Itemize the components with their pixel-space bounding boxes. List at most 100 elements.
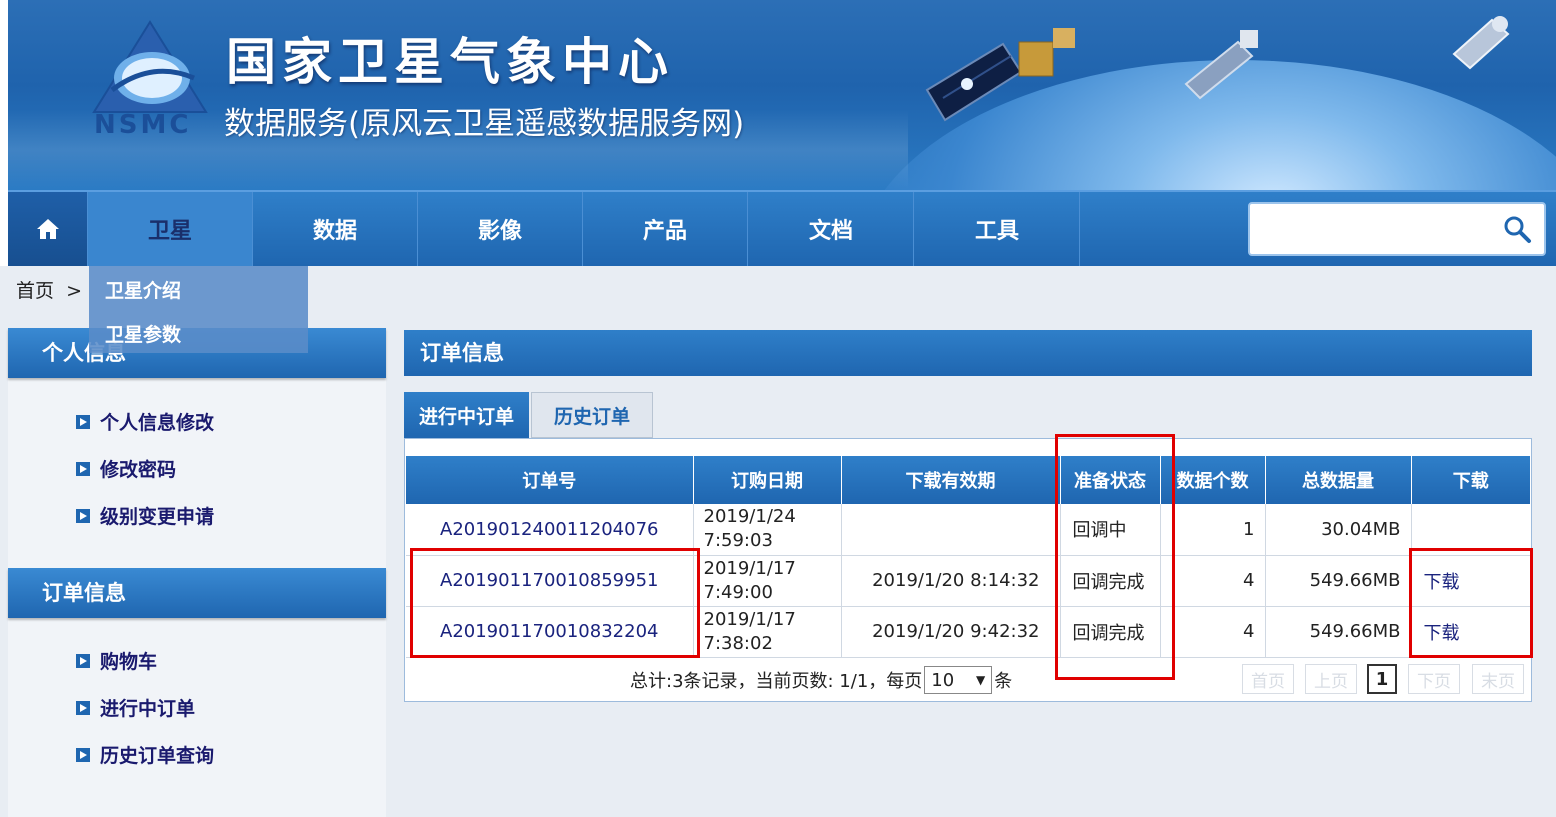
table-row: A201901240011204076 2019/1/24 7:59:03 回调… xyxy=(406,504,1530,556)
order-date: 2019/1/24 xyxy=(703,506,796,528)
download-validity-cell: 2019/1/20 8:14:32 xyxy=(841,555,1061,607)
data-count-cell: 4 xyxy=(1160,606,1266,658)
col-header-data-count: 数据个数 xyxy=(1160,456,1266,504)
dropdown-arrow-icon: ▼ xyxy=(976,673,986,687)
total-size-cell: 30.04MB xyxy=(1265,504,1412,556)
bullet-icon xyxy=(76,653,90,668)
main-navbar: 卫星 数据 影像 产品 文档 工具 xyxy=(8,190,1556,266)
total-size-cell: 549.66MB xyxy=(1265,606,1412,658)
download-link[interactable]: 下载 xyxy=(1411,606,1530,658)
sidebar-link-edit-profile[interactable]: 个人信息修改 xyxy=(76,408,214,435)
sidebar-link-order-history[interactable]: 历史订单查询 xyxy=(76,741,214,768)
bullet-icon xyxy=(76,414,90,429)
header-banner: NSMC 国家卫星气象中心 数据服务(原风云卫星遥感数据服务网) xyxy=(8,0,1556,190)
table-header-row: 订单号 订购日期 下载有效期 准备状态 数据个数 总数据量 下载 xyxy=(406,456,1530,504)
search-input[interactable] xyxy=(1258,212,1488,246)
sidebar-link-label: 修改密码 xyxy=(100,459,177,481)
download-link[interactable]: 下载 xyxy=(1411,555,1530,607)
dropdown-item-satellite-intro[interactable]: 卫星介绍 xyxy=(105,276,181,303)
pager-current-page[interactable]: 1 xyxy=(1367,664,1397,694)
satellite-illustration-3 xyxy=(1452,16,1510,70)
bullet-icon xyxy=(76,508,90,523)
col-header-total-size: 总数据量 xyxy=(1265,456,1412,504)
tab-active-orders[interactable]: 进行中订单 xyxy=(404,392,529,438)
sidebar-link-label: 个人信息修改 xyxy=(100,412,215,434)
satellite-illustration xyxy=(925,28,1075,122)
orders-table-container: 订单号 订购日期 下载有效期 准备状态 数据个数 总数据量 下载 A201901… xyxy=(404,438,1532,702)
pager-summary-text: 总计:3条记录，当前页数: 1/1，每页 xyxy=(630,671,923,692)
nav-item-tools[interactable]: 工具 xyxy=(915,192,1080,266)
order-time: 7:59:03 xyxy=(703,530,773,552)
download-cell xyxy=(1411,504,1530,556)
order-date: 2019/1/17 xyxy=(703,557,796,579)
nav-item-documents[interactable]: 文档 xyxy=(749,192,914,266)
table-row: A201901170010859951 2019/1/17 7:49:00 20… xyxy=(406,555,1530,607)
per-page-select[interactable]: 10 ▼ xyxy=(924,666,993,694)
sidebar-link-cart[interactable]: 购物车 xyxy=(76,647,157,674)
home-icon xyxy=(36,219,59,239)
data-count-cell: 1 xyxy=(1160,504,1266,556)
sidebar-link-label: 历史订单查询 xyxy=(100,745,215,767)
main-section-title: 订单信息 xyxy=(404,330,1532,376)
breadcrumb-home[interactable]: 首页 xyxy=(16,280,54,302)
nav-item-products[interactable]: 产品 xyxy=(583,192,748,266)
order-number-link[interactable]: A201901240011204076 xyxy=(406,504,694,556)
col-header-download: 下载 xyxy=(1411,456,1530,504)
download-validity-cell: 2019/1/20 9:42:32 xyxy=(841,606,1061,658)
breadcrumb: 首页 > xyxy=(16,276,82,303)
satellite-illustration-2 xyxy=(1184,30,1258,100)
prep-status-cell: 回调完成 xyxy=(1060,606,1161,658)
site-subtitle: 数据服务(原风云卫星遥感数据服务网) xyxy=(224,106,745,142)
order-date: 2019/1/17 xyxy=(703,608,796,630)
nav-item-satellite[interactable]: 卫星 xyxy=(88,192,253,266)
sidebar-link-label: 购物车 xyxy=(100,651,158,673)
sidebar: 个人信息 个人信息修改 修改密码 级别变更申请 订单信息 购物车 进行中订单 历… xyxy=(8,328,386,817)
order-date-cell: 2019/1/17 7:49:00 xyxy=(693,555,842,607)
sidebar-link-label: 进行中订单 xyxy=(100,698,196,720)
bullet-icon xyxy=(76,700,90,715)
sidebar-link-active-orders[interactable]: 进行中订单 xyxy=(76,694,195,721)
dropdown-item-satellite-params[interactable]: 卫星参数 xyxy=(105,320,181,347)
pagination-summary: 总计:3条记录，当前页数: 1/1，每页 10 ▼ 条 xyxy=(630,666,1012,694)
sidebar-link-label: 级别变更申请 xyxy=(100,506,215,528)
orders-table: 订单号 订购日期 下载有效期 准备状态 数据个数 总数据量 下载 A201901… xyxy=(406,456,1530,658)
satellite-dropdown-menu: 卫星介绍 卫星参数 xyxy=(89,266,308,353)
order-number-link[interactable]: A201901170010859951 xyxy=(406,555,694,607)
tab-history-orders[interactable]: 历史订单 xyxy=(531,392,653,438)
pager-prev-button[interactable]: 上页 xyxy=(1305,664,1357,694)
order-time: 7:38:02 xyxy=(703,632,773,654)
col-header-download-validity: 下载有效期 xyxy=(841,456,1061,504)
search-box xyxy=(1248,202,1546,256)
sidebar-link-change-password[interactable]: 修改密码 xyxy=(76,455,176,482)
pager-last-button[interactable]: 末页 xyxy=(1472,664,1524,694)
site-title: 国家卫星气象中心 xyxy=(226,33,674,91)
bullet-icon xyxy=(76,747,90,762)
pager-first-button[interactable]: 首页 xyxy=(1242,664,1294,694)
sidebar-header-order-info: 订单信息 xyxy=(8,568,386,618)
col-header-prep-status: 准备状态 xyxy=(1060,456,1161,504)
prep-status-cell: 回调完成 xyxy=(1060,555,1161,607)
order-time: 7:49:00 xyxy=(703,581,773,603)
data-count-cell: 4 xyxy=(1160,555,1266,607)
table-row: A201901170010832204 2019/1/17 7:38:02 20… xyxy=(406,606,1530,658)
total-size-cell: 549.66MB xyxy=(1265,555,1412,607)
prep-status-cell: 回调中 xyxy=(1060,504,1161,556)
nav-home[interactable] xyxy=(8,192,88,266)
col-header-order-number: 订单号 xyxy=(406,456,694,504)
per-page-value: 10 xyxy=(931,669,955,691)
pager-next-button[interactable]: 下页 xyxy=(1408,664,1460,694)
breadcrumb-separator: > xyxy=(66,280,82,302)
pager-unit: 条 xyxy=(994,671,1013,692)
sidebar-link-level-change[interactable]: 级别变更申请 xyxy=(76,502,214,529)
download-validity-cell xyxy=(841,504,1061,556)
bullet-icon xyxy=(76,461,90,476)
nav-item-data[interactable]: 数据 xyxy=(253,192,418,266)
order-date-cell: 2019/1/17 7:38:02 xyxy=(693,606,842,658)
search-icon[interactable] xyxy=(1502,214,1532,244)
nsmc-logo-icon[interactable] xyxy=(90,20,210,115)
order-date-cell: 2019/1/24 7:59:03 xyxy=(693,504,842,556)
nav-item-imagery[interactable]: 影像 xyxy=(418,192,583,266)
logo-text: NSMC xyxy=(94,110,192,140)
col-header-order-date: 订购日期 xyxy=(693,456,842,504)
order-number-link[interactable]: A201901170010832204 xyxy=(406,606,694,658)
